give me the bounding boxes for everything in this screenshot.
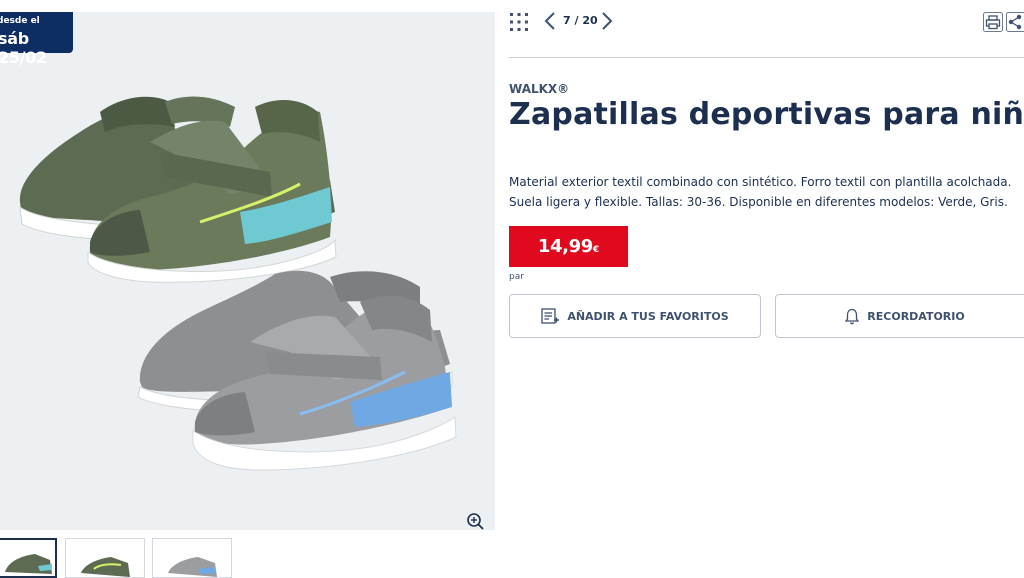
thumbnail-image — [153, 539, 232, 578]
thumbnail-3[interactable] — [152, 538, 232, 578]
badge-line1: desde el — [0, 16, 40, 26]
thumbnail-2[interactable] — [65, 538, 145, 578]
price-value: 14,99 — [538, 236, 593, 257]
print-icon[interactable] — [983, 12, 1003, 32]
price-currency: € — [593, 245, 599, 255]
bell-icon — [845, 308, 859, 325]
badge-date: sáb 25/02 — [0, 29, 73, 67]
brand-name: WALKX® — [509, 82, 569, 96]
reminder-button[interactable]: RECORDATORIO — [775, 294, 1024, 338]
price-unit: par — [509, 272, 524, 282]
share-icon[interactable] — [1006, 12, 1024, 32]
price-tag: 14,99€ — [509, 226, 628, 267]
chevron-right-icon[interactable] — [600, 11, 614, 31]
header-divider — [509, 57, 1024, 58]
reminder-label: RECORDATORIO — [867, 310, 964, 323]
thumbnail-1[interactable] — [0, 538, 57, 578]
add-to-favorites-label: AÑADIR A TUS FAVORITOS — [567, 310, 728, 323]
add-to-favorites-button[interactable]: AÑADIR A TUS FAVORITOS — [509, 294, 761, 338]
product-title: Zapatillas deportivas para niño — [509, 97, 1024, 132]
shoes-illustration — [0, 12, 495, 530]
description-line: Material exterior textil combinado con s… — [509, 172, 1024, 192]
chevron-left-icon[interactable] — [543, 11, 557, 31]
thumbnail-image — [0, 540, 57, 578]
thumbnail-image — [66, 539, 145, 578]
availability-badge: desde el sáb 25/02 — [0, 12, 73, 53]
list-add-icon — [541, 308, 559, 324]
description-line: Suela ligera y flexible. Tallas: 30-36. … — [509, 192, 1024, 212]
zoom-in-icon[interactable] — [466, 512, 486, 532]
grid-icon[interactable] — [509, 12, 529, 32]
page-counter: 7 / 20 — [563, 14, 598, 27]
product-description: Material exterior textil combinado con s… — [509, 172, 1024, 212]
product-image[interactable] — [0, 12, 495, 530]
